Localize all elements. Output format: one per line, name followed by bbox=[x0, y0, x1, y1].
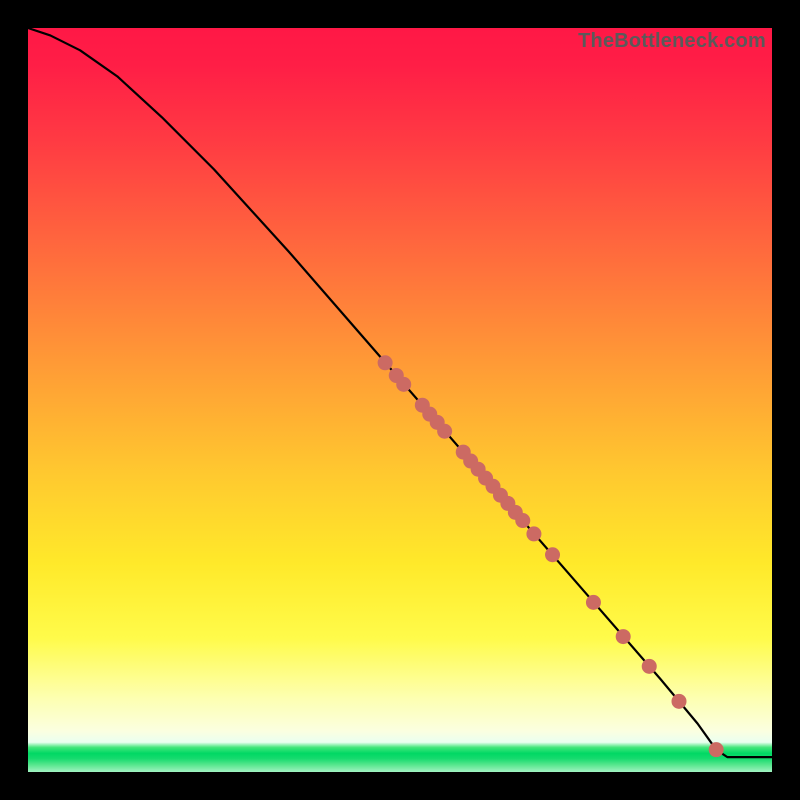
data-point bbox=[515, 513, 530, 528]
plot-area: TheBottleneck.com bbox=[28, 28, 772, 772]
data-point bbox=[642, 659, 657, 674]
data-point bbox=[437, 424, 452, 439]
data-points bbox=[378, 355, 724, 757]
data-point bbox=[586, 595, 601, 610]
chart-svg bbox=[28, 28, 772, 772]
data-point bbox=[396, 377, 411, 392]
data-point bbox=[526, 526, 541, 541]
data-point bbox=[616, 629, 631, 644]
data-point bbox=[378, 355, 393, 370]
data-point bbox=[672, 694, 687, 709]
chart-frame: TheBottleneck.com bbox=[0, 0, 800, 800]
data-point bbox=[545, 547, 560, 562]
data-point bbox=[709, 742, 724, 757]
bottleneck-curve bbox=[28, 28, 772, 757]
